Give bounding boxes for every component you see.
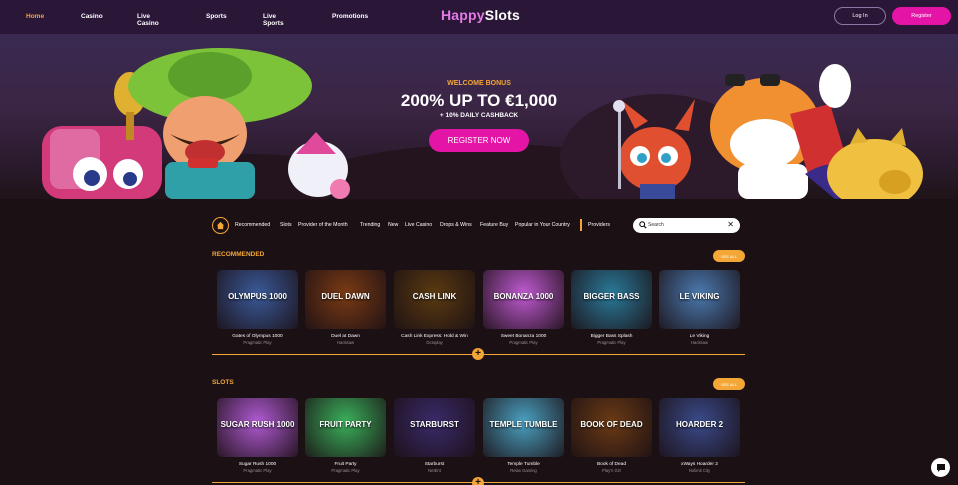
see-all-slots-button[interactable]: SEE ALL bbox=[713, 378, 745, 390]
game-name: xWays Hoarder 2 bbox=[681, 462, 718, 467]
game-thumbnail-title: STARBURST bbox=[410, 420, 459, 429]
nav-link-live-casino[interactable]: Live Casino bbox=[137, 13, 159, 27]
game-name: Sugar Rush 1000 bbox=[238, 462, 277, 467]
game-name: Fruit Party bbox=[334, 462, 357, 467]
expand-recommended-button[interactable]: + bbox=[472, 348, 484, 360]
game-name: Bigger Bass Splash bbox=[590, 334, 633, 339]
game-provider: Hacksaw bbox=[337, 340, 354, 345]
game-thumbnail[interactable]: DUEL DAWN bbox=[305, 270, 386, 329]
logo-part-2: Slots bbox=[484, 7, 521, 23]
logo-part-1: Happy bbox=[441, 7, 485, 23]
search-field[interactable]: Search ✕ bbox=[633, 218, 740, 233]
game-thumbnail[interactable]: BOOK OF DEAD bbox=[571, 398, 652, 457]
filter-slots[interactable]: Slots bbox=[280, 222, 292, 228]
hero-title: 200% UP TO €1,000 bbox=[400, 91, 558, 110]
game-name: Sweet Bonanza 1000 bbox=[500, 334, 547, 339]
filter-provider-of-the-month[interactable]: Provider of the Month bbox=[298, 222, 348, 228]
see-all-recommended-button[interactable]: SEE ALL bbox=[713, 250, 745, 262]
game-provider: Pragmatic Play bbox=[597, 340, 626, 345]
game-thumbnail-title: BONANZA 1000 bbox=[493, 292, 554, 301]
filter-live-casino[interactable]: Live Casino bbox=[405, 222, 432, 228]
game-provider: Hacksaw bbox=[691, 340, 708, 345]
nav-link-home[interactable]: Home bbox=[26, 13, 44, 20]
search-clear-icon[interactable]: ✕ bbox=[727, 220, 734, 229]
expand-slots-button[interactable]: + bbox=[472, 477, 484, 485]
game-thumbnail-title: TEMPLE TUMBLE bbox=[489, 420, 558, 429]
filter-home-button[interactable] bbox=[212, 217, 229, 234]
game-name: Temple Tumble bbox=[507, 462, 540, 467]
game-thumbnail[interactable]: BIGGER BASS bbox=[571, 270, 652, 329]
hero-bonus-label: WELCOME BONUS bbox=[447, 80, 511, 87]
nav-link-casino[interactable]: Casino bbox=[81, 13, 103, 20]
site-logo[interactable]: HappySlots bbox=[441, 7, 520, 23]
game-thumbnail-title: HOARDER 2 bbox=[675, 420, 724, 429]
filter-popular-in-your-country[interactable]: Popular in Your Country bbox=[515, 222, 570, 228]
nav-link-live-sports[interactable]: Live Sports bbox=[263, 13, 284, 27]
game-provider: Nolimit City bbox=[688, 468, 711, 473]
filter-separator bbox=[580, 219, 582, 231]
game-name: Duel at Dawn bbox=[331, 334, 360, 339]
hero-banner[interactable]: WELCOME BONUS 200% UP TO €1,000 + 10% DA… bbox=[0, 34, 958, 199]
game-thumbnail-title: CASH LINK bbox=[412, 292, 457, 301]
game-thumbnail-title: OLYMPUS 1000 bbox=[228, 292, 287, 301]
filter-trending[interactable]: Trending bbox=[360, 222, 380, 228]
section-title-slots: SLOTS bbox=[212, 379, 234, 386]
top-navbar: Home Casino Live Casino Sports Live Spor… bbox=[0, 0, 958, 34]
game-thumbnail[interactable]: SUGAR RUSH 1000 bbox=[217, 398, 298, 457]
game-name: Book of Dead bbox=[596, 462, 627, 467]
game-thumbnail[interactable]: TEMPLE TUMBLE bbox=[483, 398, 564, 457]
game-name: Starburst bbox=[424, 462, 445, 467]
filter-providers[interactable]: Providers bbox=[588, 222, 610, 228]
game-provider: Relax Gaming bbox=[510, 468, 537, 473]
section-title-recommended: RECOMMENDED bbox=[212, 251, 265, 258]
filter-recommended[interactable]: Recommended bbox=[235, 222, 270, 228]
game-thumbnail[interactable]: HOARDER 2 bbox=[659, 398, 740, 457]
game-provider: Pragmatic Play bbox=[243, 468, 272, 473]
hero-register-now-button[interactable]: REGISTER NOW bbox=[429, 129, 529, 152]
game-provider: Octoplay bbox=[426, 340, 443, 345]
search-input[interactable]: Search bbox=[648, 222, 664, 228]
game-name: Cash Link Express: Hold & Win bbox=[401, 334, 468, 339]
filter-new[interactable]: New bbox=[388, 222, 398, 228]
filter-feature-buy[interactable]: Feature Buy bbox=[480, 222, 508, 228]
game-thumbnail-title: SUGAR RUSH 1000 bbox=[220, 420, 295, 429]
game-provider: NetEnt bbox=[428, 468, 441, 473]
game-provider: Pragmatic Play bbox=[243, 340, 272, 345]
game-thumbnail[interactable]: CASH LINK bbox=[394, 270, 475, 329]
nav-link-sports[interactable]: Sports bbox=[206, 13, 227, 20]
login-button[interactable]: Log In bbox=[834, 7, 886, 25]
game-thumbnail-title: FRUIT PARTY bbox=[319, 420, 372, 429]
search-icon bbox=[639, 221, 647, 229]
game-thumbnail[interactable]: FRUIT PARTY bbox=[305, 398, 386, 457]
chat-icon bbox=[936, 463, 945, 472]
hero-subtitle: + 10% DAILY CASHBACK bbox=[439, 112, 519, 119]
game-name: Gates of Olympus 1000 bbox=[232, 334, 283, 339]
nav-link-promotions[interactable]: Promotions bbox=[332, 13, 368, 20]
game-thumbnail[interactable]: OLYMPUS 1000 bbox=[217, 270, 298, 329]
game-thumbnail-title: DUEL DAWN bbox=[321, 292, 370, 301]
game-thumbnail[interactable]: BONANZA 1000 bbox=[483, 270, 564, 329]
game-thumbnail[interactable]: STARBURST bbox=[394, 398, 475, 457]
home-icon bbox=[216, 221, 225, 230]
game-thumbnail-title: BIGGER BASS bbox=[583, 292, 640, 301]
game-provider: Play'n GO bbox=[602, 468, 621, 473]
game-thumbnail-title: LE VIKING bbox=[679, 292, 720, 301]
register-button[interactable]: Register bbox=[892, 7, 951, 25]
game-thumbnail[interactable]: LE VIKING bbox=[659, 270, 740, 329]
game-thumbnail-title: BOOK OF DEAD bbox=[580, 420, 643, 429]
game-provider: Pragmatic Play bbox=[331, 468, 360, 473]
chat-support-button[interactable] bbox=[931, 458, 950, 477]
game-name: Le Viking bbox=[689, 334, 710, 339]
game-provider: Pragmatic Play bbox=[509, 340, 538, 345]
filter-drops-wins[interactable]: Drops & Wins bbox=[440, 222, 472, 228]
